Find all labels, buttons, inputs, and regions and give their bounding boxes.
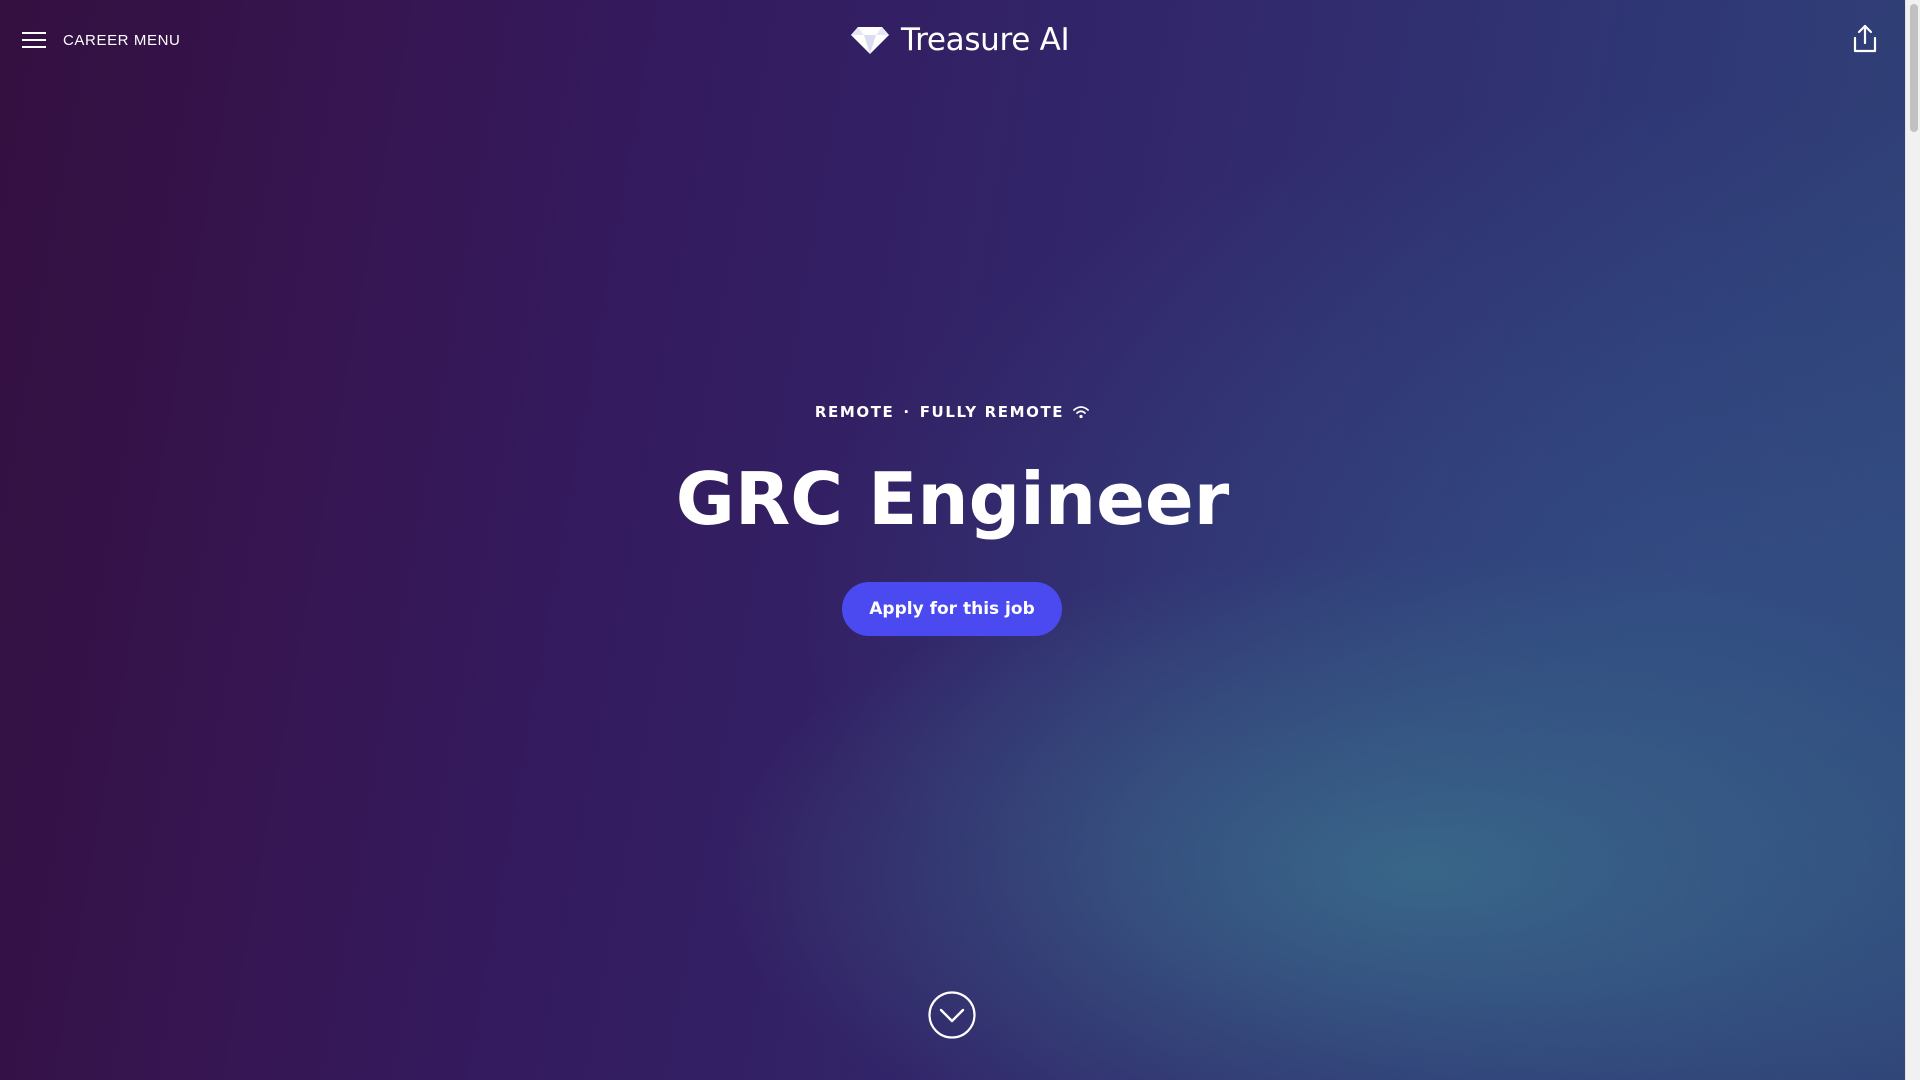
job-title: GRC Engineer (675, 457, 1230, 541)
meta-separator: · (903, 403, 911, 421)
scrollbar-thumb[interactable] (1910, 4, 1918, 132)
diamond-logo-icon (851, 27, 889, 54)
wifi-icon (1073, 406, 1090, 419)
location-label: REMOTE (814, 403, 895, 421)
top-navigation-bar: CAREER MENU Treasure AI (0, 0, 1905, 80)
job-location-meta: REMOTE · FULLY REMOTE (0, 403, 1905, 421)
share-upload-icon (1853, 24, 1877, 53)
apply-button[interactable]: Apply for this job (842, 582, 1062, 636)
chevron-down-circle-icon (928, 991, 976, 1039)
career-menu-label: CAREER MENU (63, 31, 181, 49)
work-type-label: FULLY REMOTE (919, 403, 1065, 421)
career-menu-button[interactable]: CAREER MENU (22, 26, 180, 54)
share-button[interactable] (1851, 24, 1879, 54)
hamburger-icon (22, 32, 46, 48)
brand-logo[interactable]: Treasure AI (850, 22, 1070, 58)
job-hero-section: CAREER MENU Treasure AI REMOTE · FULLY R… (0, 0, 1905, 1080)
scroll-down-button[interactable] (928, 991, 976, 1039)
page-scrollbar[interactable] (1905, 0, 1920, 1080)
browser-viewport: CAREER MENU Treasure AI REMOTE · FULLY R… (0, 0, 1920, 1080)
brand-name: Treasure AI (901, 22, 1070, 58)
